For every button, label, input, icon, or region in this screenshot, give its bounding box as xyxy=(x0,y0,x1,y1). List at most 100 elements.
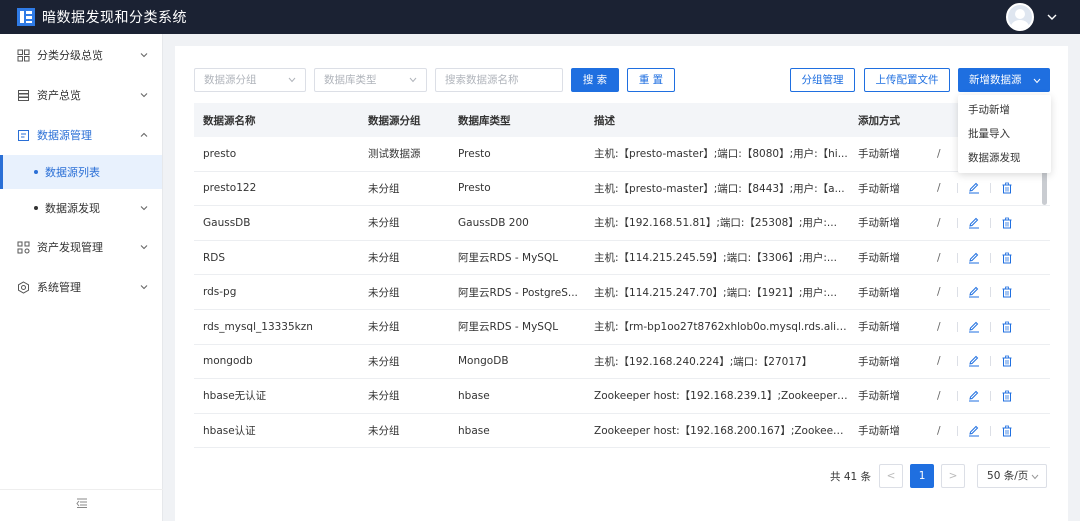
user-avatar[interactable] xyxy=(1006,3,1034,31)
delete-icon[interactable] xyxy=(1001,252,1013,264)
search-button[interactable]: 搜 索 xyxy=(571,68,619,92)
ops-divider xyxy=(957,183,958,194)
delete-icon[interactable] xyxy=(1001,286,1013,298)
dropdown-item-discovery[interactable]: 数据源发现 xyxy=(958,146,1051,170)
edit-icon[interactable] xyxy=(968,425,980,437)
cell-description: 主机:【rm-bp1oo27t8762xhlob0o.mysql.rds.ali… xyxy=(594,321,849,334)
table-row[interactable]: mongodb 未分组 MongoDB 主机:【192.168.240.224】;端口… xyxy=(194,345,1050,380)
delete-icon[interactable] xyxy=(1001,390,1013,402)
cell-name: GaussDB xyxy=(203,216,251,229)
ops-separator: / xyxy=(937,147,941,160)
sidebar-collapse-button[interactable] xyxy=(0,489,163,515)
cell-description: 主机:【presto-master】;端口:【8443】;用户:【a... xyxy=(594,182,845,195)
edit-icon[interactable] xyxy=(968,217,980,229)
ops-separator: / xyxy=(937,182,941,195)
sidebar-item-label: 分类分级总览 xyxy=(37,49,103,62)
ops-divider xyxy=(990,425,991,436)
group-select[interactable]: 数据源分组 xyxy=(194,68,306,92)
chevron-down-icon xyxy=(140,93,148,98)
column-header: 数据库类型 xyxy=(458,114,511,127)
sidebar-subitem-label: 数据源发现 xyxy=(45,202,100,215)
delete-icon[interactable] xyxy=(1001,182,1013,194)
cell-name: hbase无认证 xyxy=(203,390,267,403)
cell-operations: / xyxy=(937,379,1050,413)
ops-separator: / xyxy=(937,216,941,229)
table-row[interactable]: GaussDB 未分组 GaussDB 200 主机:【192.168.51.81】;… xyxy=(194,206,1050,241)
table-body: presto 测试数据源 Presto 主机:【presto-master】;端口:【… xyxy=(194,137,1050,449)
group-management-button[interactable]: 分组管理 xyxy=(790,68,855,92)
chevron-down-icon xyxy=(1033,78,1041,84)
sidebar-item-assets[interactable]: 资产总览 xyxy=(0,75,162,115)
bullet-icon xyxy=(34,206,38,210)
ops-divider xyxy=(990,356,991,367)
edit-icon[interactable] xyxy=(968,355,980,367)
search-input-placeholder: 搜索数据源名称 xyxy=(445,74,519,86)
sidebar-item-label: 资产发现管理 xyxy=(37,241,103,254)
dropdown-item-batch-import[interactable]: 批量导入 xyxy=(958,122,1051,146)
table-row[interactable]: hbase认证 未分组 hbase Zookeeper host:【192.168.2… xyxy=(194,414,1050,449)
group-select-placeholder: 数据源分组 xyxy=(204,74,257,86)
database-icon xyxy=(18,89,29,101)
cell-group: 未分组 xyxy=(368,425,400,438)
delete-icon[interactable] xyxy=(1001,217,1013,229)
next-page-button[interactable]: > xyxy=(941,464,966,488)
column-header: 数据源名称 xyxy=(203,114,256,127)
page-size-select[interactable]: 50 条/页 xyxy=(977,464,1048,488)
upload-config-button[interactable]: 上传配置文件 xyxy=(864,68,950,92)
add-datasource-button[interactable]: 新增数据源 xyxy=(958,68,1050,92)
edit-icon[interactable] xyxy=(968,182,980,194)
sidebar-item-system[interactable]: 系统管理 xyxy=(0,267,162,307)
table-row[interactable]: presto122 未分组 Presto 主机:【presto-master】;端口:… xyxy=(194,172,1050,207)
page-number-button[interactable]: 1 xyxy=(910,464,935,488)
prev-page-button[interactable]: < xyxy=(879,464,904,488)
table-row[interactable]: RDS 未分组 阿里云RDS - MySQL 主机:【114.215.245.59】;… xyxy=(194,241,1050,276)
edit-icon[interactable] xyxy=(968,390,980,402)
cell-group: 未分组 xyxy=(368,182,400,195)
ops-divider xyxy=(957,217,958,228)
cell-add-method: 手动新增 xyxy=(858,252,900,265)
sidebar-subitem-datasource-discovery[interactable]: 数据源发现 xyxy=(0,189,162,227)
sidebar-item-datasource-mgmt[interactable]: 数据源管理 xyxy=(0,115,162,155)
ops-separator: / xyxy=(937,251,941,264)
cell-description: Zookeeper host:【192.168.200.167】;Zookeep… xyxy=(594,425,849,438)
dropdown-item-manual-add[interactable]: 手动新增 xyxy=(958,98,1051,122)
delete-icon[interactable] xyxy=(1001,355,1013,367)
edit-icon[interactable] xyxy=(968,321,980,333)
delete-icon[interactable] xyxy=(1001,425,1013,437)
cell-operations: / xyxy=(937,414,1050,448)
reset-button[interactable]: 重 置 xyxy=(627,68,675,92)
dbtype-select[interactable]: 数据库类型 xyxy=(314,68,427,92)
sidebar-item-asset-discovery[interactable]: 资产发现管理 xyxy=(0,227,162,267)
cell-name: hbase认证 xyxy=(203,425,256,438)
cell-group: 未分组 xyxy=(368,217,400,230)
cell-group: 未分组 xyxy=(368,355,400,368)
ops-separator: / xyxy=(937,286,941,299)
ops-divider xyxy=(990,321,991,332)
ops-divider xyxy=(990,183,991,194)
cell-operations: / xyxy=(937,206,1050,240)
cell-add-method: 手动新增 xyxy=(858,217,900,230)
search-input[interactable]: 搜索数据源名称 xyxy=(435,68,563,92)
add-datasource-label: 新增数据源 xyxy=(969,74,1022,86)
pagination: 共 41 条 < 1 > 50 条/页 xyxy=(830,464,1048,488)
ops-divider xyxy=(957,425,958,436)
chevron-down-icon[interactable] xyxy=(1046,11,1058,23)
add-datasource-dropdown: 手动新增 批量导入 数据源发现 xyxy=(958,95,1051,173)
table-row[interactable]: rds-pg 未分组 阿里云RDS - PostgreS... 主机:【114.215… xyxy=(194,275,1050,310)
delete-icon[interactable] xyxy=(1001,321,1013,333)
table-header: 数据源名称 数据源分组 数据库类型 描述 添加方式 xyxy=(194,103,1050,137)
ops-divider xyxy=(990,390,991,401)
filter-toolbar: 数据源分组 数据库类型 搜索数据源名称 搜 索 重 置 分组管理 上传配置文件 … xyxy=(194,68,1050,92)
table-row[interactable]: presto 测试数据源 Presto 主机:【presto-master】;端口:【… xyxy=(194,137,1050,172)
ops-divider xyxy=(990,287,991,298)
edit-icon[interactable] xyxy=(968,286,980,298)
table-row[interactable]: rds_mysql_13335kzn 未分组 阿里云RDS - MySQL 主机:【r… xyxy=(194,310,1050,345)
edit-icon[interactable] xyxy=(968,252,980,264)
grid-icon xyxy=(17,49,30,61)
sidebar-item-overview[interactable]: 分类分级总览 xyxy=(0,35,162,75)
sidebar-subitem-datasource-list[interactable]: 数据源列表 xyxy=(0,155,162,189)
cell-dbtype: hbase xyxy=(458,424,490,437)
app-logo-icon xyxy=(16,7,36,27)
sidebar-item-label: 资产总览 xyxy=(37,89,81,102)
table-row[interactable]: hbase无认证 未分组 hbase Zookeeper host:【192.168.… xyxy=(194,379,1050,414)
